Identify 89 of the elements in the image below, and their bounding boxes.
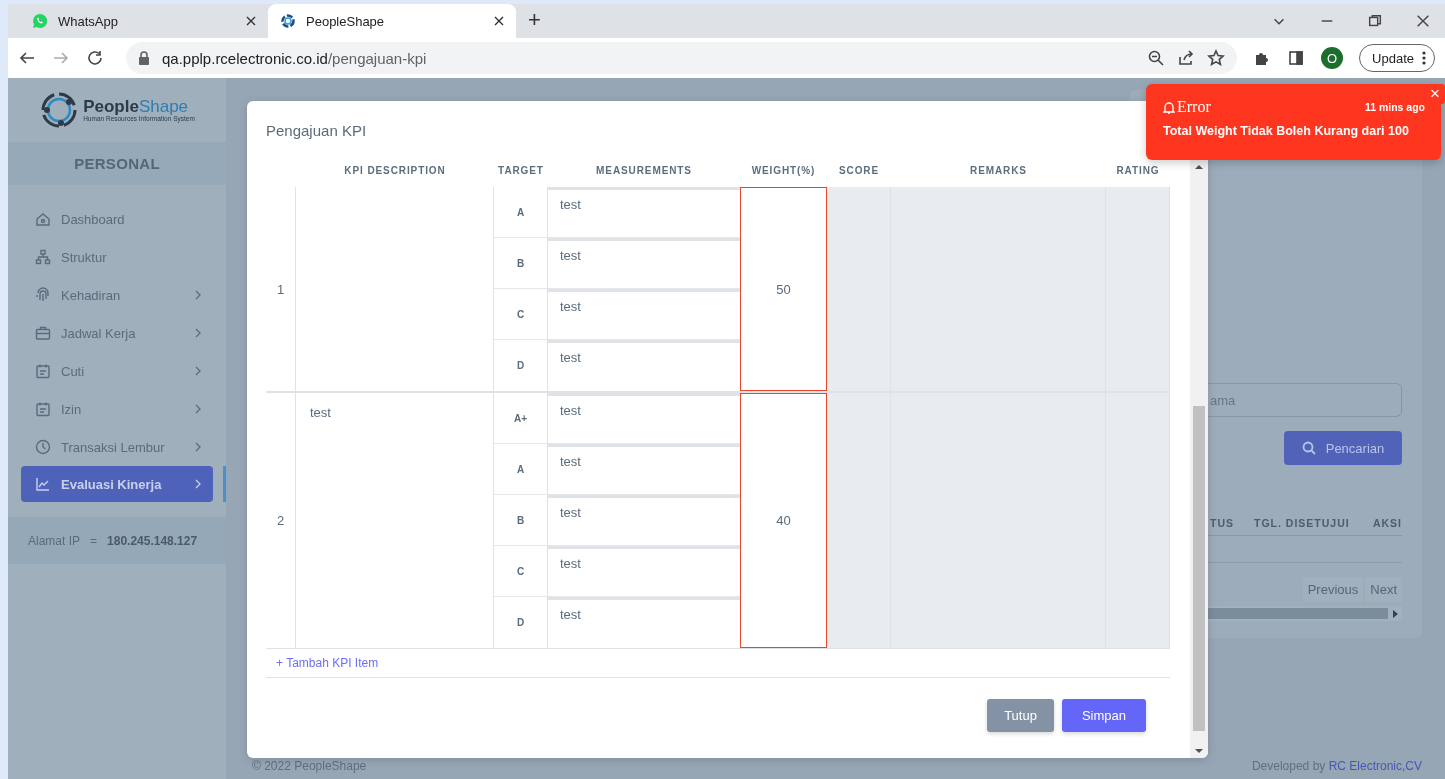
measurement-field[interactable]: test bbox=[548, 444, 740, 494]
measurement-field[interactable]: test bbox=[548, 597, 740, 648]
developer-credit: Developed by RC Electronic,CV bbox=[1251, 759, 1422, 773]
lock-icon bbox=[138, 51, 150, 65]
logo-text: PeopleShape bbox=[83, 98, 189, 115]
column-header: KPI DESCRIPTION bbox=[343, 164, 447, 176]
column-header: WEIGHT(%) bbox=[750, 164, 817, 176]
bell-icon bbox=[1163, 100, 1175, 114]
chevron-right-icon bbox=[195, 290, 201, 300]
close-button[interactable]: × bbox=[1425, 84, 1445, 104]
weight-field[interactable]: 50 bbox=[740, 187, 827, 391]
zoom-out-icon[interactable] bbox=[1147, 49, 1166, 67]
ip-separator: = bbox=[90, 533, 98, 548]
star-icon[interactable] bbox=[1207, 49, 1226, 67]
calendar-icon bbox=[35, 363, 51, 379]
scroll-down-icon[interactable] bbox=[1195, 748, 1203, 754]
briefcase-icon bbox=[35, 325, 51, 341]
horizontal-scrollbar[interactable] bbox=[1208, 606, 1402, 621]
search-button[interactable]: Pencarian bbox=[1284, 431, 1402, 465]
calendar-icon bbox=[35, 401, 51, 417]
measurement-field[interactable]: test bbox=[548, 289, 740, 339]
target-grade: B bbox=[494, 495, 548, 545]
house-icon bbox=[35, 211, 51, 227]
toast-message: Total Weight Tidak Boleh Kurang dari 100 bbox=[1163, 124, 1410, 138]
ip-value: 180.245.148.127 bbox=[107, 533, 198, 548]
address-bar[interactable]: qa.pplp.rcelectronic.co.id/pengajuan-kpi bbox=[126, 42, 1238, 74]
chevron-right-icon bbox=[195, 366, 201, 376]
search-icon bbox=[1301, 441, 1316, 455]
measurement-field[interactable]: test bbox=[548, 546, 740, 596]
close-button[interactable]: Tutup bbox=[987, 699, 1054, 732]
clock-icon bbox=[35, 439, 51, 455]
hierarchy-icon bbox=[35, 249, 51, 265]
toast-title: Error bbox=[1177, 98, 1212, 116]
target-grade: A bbox=[494, 444, 548, 494]
close-icon[interactable] bbox=[246, 16, 256, 26]
scroll-up-icon[interactable] bbox=[1195, 164, 1203, 170]
share-icon[interactable] bbox=[1177, 49, 1196, 67]
target-grade: D bbox=[494, 340, 548, 391]
browser-tab[interactable]: WhatsApp bbox=[20, 4, 268, 38]
row-number: 2 bbox=[266, 393, 296, 648]
column-header: AKSI bbox=[1372, 517, 1402, 529]
fingerprint-icon bbox=[35, 287, 51, 303]
reload-icon[interactable] bbox=[86, 49, 104, 67]
measurement-field[interactable]: test bbox=[548, 187, 740, 237]
close-icon[interactable] bbox=[494, 16, 504, 26]
target-grade: A bbox=[494, 187, 548, 237]
column-header: RATING bbox=[1115, 164, 1161, 176]
chat-bubble-icon bbox=[32, 13, 48, 29]
column-header: SCORE bbox=[837, 164, 881, 176]
restore-icon[interactable] bbox=[1367, 13, 1383, 29]
more-icon bbox=[1422, 51, 1426, 65]
column-header: REMARKS bbox=[969, 164, 1028, 176]
column-header: TGL. DISETUJUI bbox=[1254, 517, 1351, 529]
row-number: 1 bbox=[266, 187, 296, 391]
description-field[interactable]: test bbox=[296, 393, 494, 648]
close-icon[interactable] bbox=[1415, 13, 1431, 29]
measurement-field[interactable]: test bbox=[548, 238, 740, 288]
url-text[interactable]: qa.pplp.rcelectronic.co.id/pengajuan-kpi bbox=[162, 49, 1136, 67]
target-grade: C bbox=[494, 546, 548, 596]
column-header: TUS bbox=[1210, 517, 1235, 529]
target-grade: B bbox=[494, 238, 548, 288]
chevron-right-icon bbox=[195, 404, 201, 414]
copyright-text: © 2022 PeopleShape bbox=[252, 759, 367, 773]
add-item-link[interactable]: + Tambah KPI Item bbox=[276, 656, 379, 670]
chevron-right-icon bbox=[195, 328, 201, 338]
target-grade: A+ bbox=[494, 393, 548, 443]
sidebar-item[interactable]: Evaluasi Kinerja bbox=[21, 466, 213, 502]
vertical-scrollbar[interactable] bbox=[1190, 159, 1208, 758]
measurement-field[interactable]: test bbox=[548, 495, 740, 545]
toast-time: 11 mins ago bbox=[1364, 101, 1425, 113]
new-tab-button[interactable]: + bbox=[528, 4, 541, 38]
column-header: MEASUREMENTS bbox=[595, 164, 693, 176]
save-button[interactable]: Simpan bbox=[1061, 699, 1146, 732]
ip-label: Alamat IP bbox=[28, 533, 81, 548]
measurement-field[interactable]: test bbox=[548, 340, 740, 391]
target-grade: D bbox=[494, 597, 548, 648]
profile-avatar[interactable]: O bbox=[1321, 47, 1344, 69]
weight-field[interactable]: 40 bbox=[740, 393, 827, 648]
chevron-right-icon bbox=[195, 479, 201, 489]
target-grade: C bbox=[494, 289, 548, 339]
line-chart-icon bbox=[35, 476, 51, 492]
browser-tab[interactable]: PeopleShape bbox=[268, 4, 516, 38]
side-panel-icon[interactable] bbox=[1287, 49, 1306, 67]
ring-logo-icon bbox=[280, 13, 296, 29]
chevron-right-icon bbox=[195, 442, 201, 452]
measurement-field[interactable]: test bbox=[548, 393, 740, 443]
column-header: TARGET bbox=[497, 164, 545, 176]
section-title: PERSONAL bbox=[8, 142, 226, 185]
update-button[interactable]: Update bbox=[1359, 44, 1435, 72]
